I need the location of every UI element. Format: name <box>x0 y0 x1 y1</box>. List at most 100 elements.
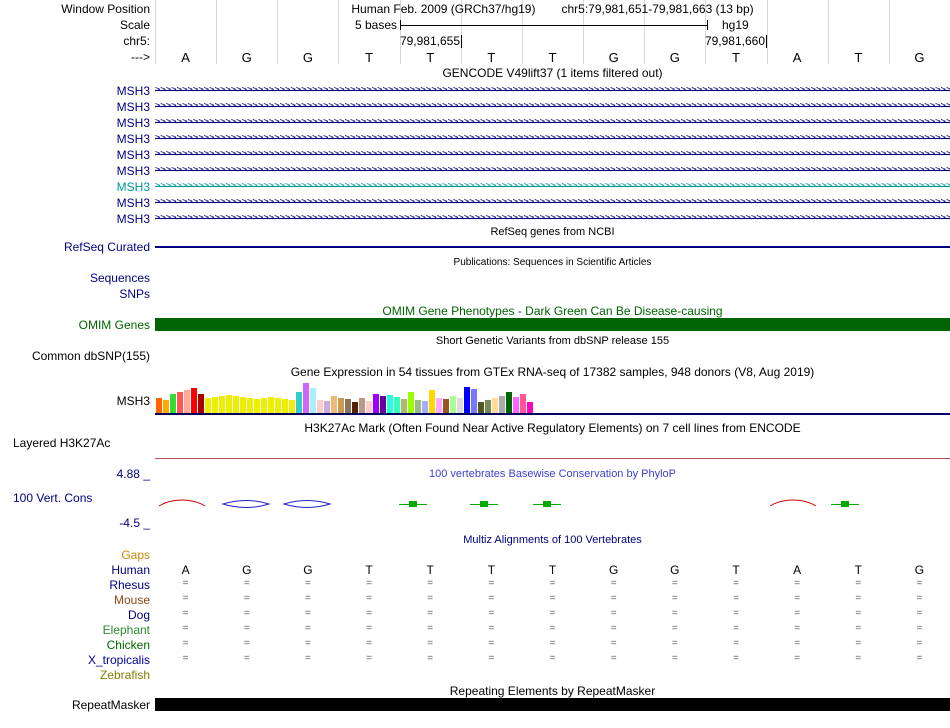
gtex-tissue-bar[interactable] <box>408 392 414 413</box>
multiz-species-row-gaps[interactable]: Gaps <box>0 548 950 562</box>
gtex-tissue-bar[interactable] <box>310 388 316 413</box>
gene-transcript-row[interactable]: MSH3 >>>>>>>>>>>>>>>>>>>>>>>>>>>>>>>>>>>>… <box>0 116 950 130</box>
gtex-tissue-bar[interactable] <box>485 400 491 413</box>
gtex-gene-label[interactable]: MSH3 <box>0 394 150 408</box>
gene-transcript-arrows[interactable]: >>>>>>>>>>>>>>>>>>>>>>>>>>>>>>>>>>>>>>>>… <box>155 117 950 128</box>
omim-genes-label[interactable]: OMIM Genes <box>0 318 150 332</box>
gtex-tissue-bar[interactable] <box>289 400 295 413</box>
gene-transcript-row[interactable]: MSH3 >>>>>>>>>>>>>>>>>>>>>>>>>>>>>>>>>>>>… <box>0 100 950 114</box>
sequences-label[interactable]: Sequences <box>0 271 150 285</box>
gtex-tissue-bar[interactable] <box>520 394 526 413</box>
gene-transcript-row[interactable]: MSH3 >>>>>>>>>>>>>>>>>>>>>>>>>>>>>>>>>>>>… <box>0 180 950 194</box>
species-label[interactable]: Human <box>0 563 150 577</box>
species-label[interactable]: X_tropicalis <box>0 653 150 667</box>
gene-transcript-row[interactable]: MSH3 >>>>>>>>>>>>>>>>>>>>>>>>>>>>>>>>>>>>… <box>0 196 950 210</box>
gene-transcript-row[interactable]: MSH3 >>>>>>>>>>>>>>>>>>>>>>>>>>>>>>>>>>>>… <box>0 132 950 146</box>
dbsnp-track-title[interactable]: Short Genetic Variants from dbSNP releas… <box>155 335 950 347</box>
gtex-tissue-bar[interactable] <box>471 389 477 413</box>
multiz-species-row-human[interactable]: Human A G G T T T T G G T A T G <box>0 563 950 577</box>
gene-transcript-arrows[interactable]: >>>>>>>>>>>>>>>>>>>>>>>>>>>>>>>>>>>>>>>>… <box>155 197 950 208</box>
gtex-tissue-bar[interactable] <box>296 392 302 413</box>
species-label[interactable]: Mouse <box>0 593 150 607</box>
gtex-tissue-bar[interactable] <box>219 396 225 413</box>
gtex-tissue-bar[interactable] <box>345 399 351 413</box>
gene-transcript-arrows[interactable]: >>>>>>>>>>>>>>>>>>>>>>>>>>>>>>>>>>>>>>>>… <box>155 133 950 144</box>
gene-transcript-arrows[interactable]: >>>>>>>>>>>>>>>>>>>>>>>>>>>>>>>>>>>>>>>>… <box>155 85 950 96</box>
refseq-curated-line[interactable] <box>155 246 950 248</box>
gtex-tissue-bar[interactable] <box>282 399 288 413</box>
gene-transcript-label[interactable]: MSH3 <box>0 84 150 98</box>
gtex-tissue-bar[interactable] <box>513 397 519 413</box>
gtex-tissue-bar[interactable] <box>429 390 435 413</box>
gtex-tissue-bar[interactable] <box>436 398 442 413</box>
gtex-tissue-bar[interactable] <box>373 394 379 413</box>
gene-transcript-arrows[interactable]: >>>>>>>>>>>>>>>>>>>>>>>>>>>>>>>>>>>>>>>>… <box>155 149 950 160</box>
h3k27ac-track-title[interactable]: H3K27Ac Mark (Often Found Near Active Re… <box>155 421 950 435</box>
gtex-tissue-bar[interactable] <box>177 392 183 413</box>
gtex-tissue-bar[interactable] <box>240 397 246 413</box>
gene-transcript-arrows[interactable]: >>>>>>>>>>>>>>>>>>>>>>>>>>>>>>>>>>>>>>>>… <box>155 101 950 112</box>
gtex-tissue-bar[interactable] <box>492 398 498 413</box>
gtex-tissue-bar[interactable] <box>226 395 232 413</box>
omim-track-title[interactable]: OMIM Gene Phenotypes - Dark Green Can Be… <box>155 304 950 318</box>
repeatmasker-row[interactable]: RepeatMasker <box>0 698 950 712</box>
h3k27ac-baseline[interactable] <box>155 458 950 459</box>
gene-transcript-label[interactable]: MSH3 <box>0 180 150 194</box>
gtex-tissue-bar[interactable] <box>247 398 253 413</box>
refseq-track-title[interactable]: RefSeq genes from NCBI <box>155 226 950 238</box>
species-label[interactable]: Elephant <box>0 623 150 637</box>
dbsnp-label[interactable]: Common dbSNP(155) <box>0 349 150 363</box>
species-label[interactable]: Chicken <box>0 638 150 652</box>
gene-transcript-arrows[interactable]: >>>>>>>>>>>>>>>>>>>>>>>>>>>>>>>>>>>>>>>>… <box>155 165 950 176</box>
species-label[interactable]: Rhesus <box>0 578 150 592</box>
gene-transcript-label[interactable]: MSH3 <box>0 100 150 114</box>
gene-transcript-label[interactable]: MSH3 <box>0 132 150 146</box>
gtex-tissue-bar[interactable] <box>422 401 428 413</box>
gtex-tissue-bar[interactable] <box>415 400 421 413</box>
repeatmasker-track-title[interactable]: Repeating Elements by RepeatMasker <box>155 684 950 698</box>
multiz-species-row-chicken[interactable]: Chicken = = = = = = = = = = = = = <box>0 638 950 652</box>
gtex-tissue-bar[interactable] <box>464 387 470 413</box>
gene-transcript-label[interactable]: MSH3 <box>0 116 150 130</box>
multiz-species-row-dog[interactable]: Dog = = = = = = = = = = = = = <box>0 608 950 622</box>
gtex-tissue-bar[interactable] <box>212 397 218 413</box>
gene-transcript-arrows[interactable]: >>>>>>>>>>>>>>>>>>>>>>>>>>>>>>>>>>>>>>>>… <box>155 213 950 224</box>
publications-track-title[interactable]: Publications: Sequences in Scientific Ar… <box>155 257 950 268</box>
multiz-species-row-x_tropicalis[interactable]: X_tropicalis = = = = = = = = = = = = = <box>0 653 950 667</box>
snps-label[interactable]: SNPs <box>0 287 150 301</box>
gtex-tissue-bar[interactable] <box>359 398 365 413</box>
gtex-tissue-bar[interactable] <box>401 399 407 413</box>
species-label[interactable]: Gaps <box>0 548 150 562</box>
gtex-expression-bars[interactable] <box>156 381 556 413</box>
species-label[interactable]: Zebrafish <box>0 668 150 682</box>
refseq-curated-label[interactable]: RefSeq Curated <box>0 240 150 254</box>
conservation-track-label[interactable]: 100 Vert. Cons <box>0 491 150 505</box>
gtex-tissue-bar[interactable] <box>380 396 386 413</box>
multiz-species-row-rhesus[interactable]: Rhesus = = = = = = = = = = = = = <box>0 578 950 592</box>
species-label[interactable]: Dog <box>0 608 150 622</box>
gtex-tissue-bar[interactable] <box>184 390 190 413</box>
gtex-tissue-bar[interactable] <box>198 394 204 413</box>
gene-transcript-arrows[interactable]: >>>>>>>>>>>>>>>>>>>>>>>>>>>>>>>>>>>>>>>>… <box>155 181 950 192</box>
gene-transcript-label[interactable]: MSH3 <box>0 148 150 162</box>
multiz-track-title[interactable]: Multiz Alignments of 100 Vertebrates <box>155 534 950 546</box>
gtex-tissue-bar[interactable] <box>366 401 372 413</box>
gtex-tissue-bar[interactable] <box>156 398 162 413</box>
gtex-tissue-bar[interactable] <box>506 392 512 413</box>
h3k27ac-label[interactable]: Layered H3K27Ac <box>0 436 150 450</box>
omim-genes-bar[interactable] <box>155 318 950 331</box>
gtex-tissue-bar[interactable] <box>254 399 260 413</box>
gtex-tissue-bar[interactable] <box>457 398 463 413</box>
multiz-species-row-elephant[interactable]: Elephant = = = = = = = = = = = = = <box>0 623 950 637</box>
gtex-tissue-bar[interactable] <box>163 400 169 413</box>
repeatmasker-label[interactable]: RepeatMasker <box>0 698 150 712</box>
gtex-tissue-bar[interactable] <box>303 383 309 413</box>
conservation-plot[interactable] <box>155 488 950 520</box>
gtex-tissue-bar[interactable] <box>233 396 239 413</box>
gtex-tissue-bar[interactable] <box>170 394 176 413</box>
gtex-tissue-bar[interactable] <box>331 396 337 413</box>
omim-genes-row[interactable]: OMIM Genes <box>0 318 950 332</box>
gtex-tissue-bar[interactable] <box>387 395 393 413</box>
gtex-tissue-bar[interactable] <box>394 397 400 413</box>
gtex-tissue-bar[interactable] <box>352 402 358 413</box>
